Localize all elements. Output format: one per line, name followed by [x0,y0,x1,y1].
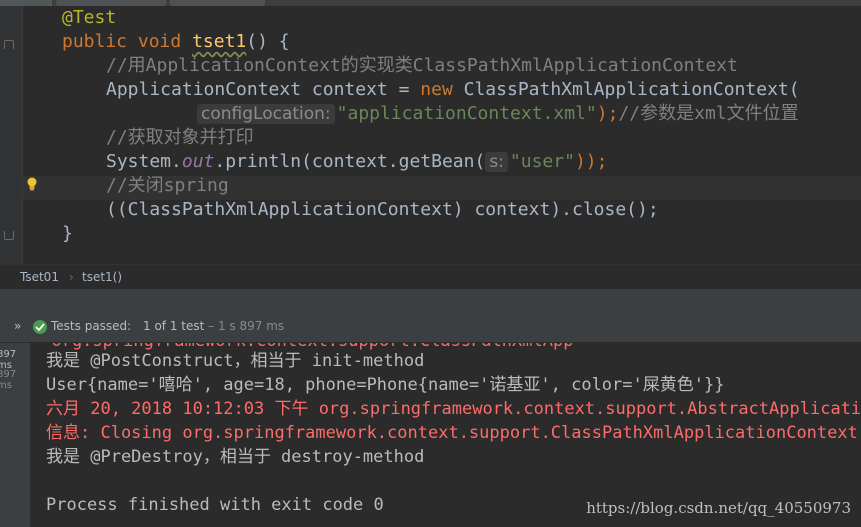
code-line-declaration: ApplicationContext context = new ClassPa… [106,79,800,100]
code-line-close: ((ClassPathXmlApplicationContext) contex… [106,199,659,220]
chevron-icon[interactable]: » [14,319,21,333]
code-line-signature: public void tset1() { [62,31,290,52]
code-line-argument: configLocation: "applicationContext.xml")… [197,102,799,126]
code-line-closing-brace: } [62,223,73,244]
test-tree-panel: 897 ms 897 ms [0,343,30,527]
code-line-print: System.out.println(context.getBean(s: "us… [106,151,608,172]
test-duration[interactable]: 897 ms [0,369,30,391]
parameter-hint: configLocation: [197,104,335,124]
watermark: https://blog.csdn.net/qq_40550973 [586,499,851,517]
code-line-comment: //获取对象并打印 [106,127,254,148]
fold-icon[interactable] [4,231,14,240]
console-line-error: 信息: Closing org.springframework.context.… [46,423,858,443]
check-icon [33,320,47,334]
method-name: tset1 [192,31,247,52]
breadcrumb-method[interactable]: tset1() [82,270,122,284]
parameter-hint: s: [485,152,508,172]
console-line: 我是 @PostConstruct，相当于 init-method [46,351,425,371]
code-editor[interactable]: @Test public void tset1() { //用Applicati… [0,6,861,264]
test-count: 1 of 1 test – 1 s 897 ms [143,319,285,333]
test-duration[interactable]: 897 ms [0,349,30,371]
tool-window-divider [0,289,861,312]
console-line: User{name='嘻哈', age=18, phone=Phone{name… [46,375,725,395]
console-line-exit: Process finished with exit code 0 [46,495,384,515]
fold-icon[interactable] [4,40,14,49]
code-line-comment: //用ApplicationContext的实现类ClassPathXmlApp… [106,55,738,76]
console-line: 我是 @PreDestroy，相当于 destroy-method [46,447,425,467]
test-status-bar: » Tests passed: 1 of 1 test – 1 s 897 ms [0,312,861,343]
breadcrumb: Tset01 › tset1() [0,264,861,289]
code-line-annotation: @Test [62,7,117,28]
editor-gutter [0,6,23,264]
breadcrumb-separator: › [69,270,74,284]
console-line-error: 六月 20, 2018 10:12:03 下午 org.springframew… [46,399,861,419]
breadcrumb-class[interactable]: Tset01 [20,270,59,284]
test-status-label: Tests passed: [51,319,132,333]
code-line-comment: //关闭spring [106,175,229,196]
lightbulb-icon[interactable] [26,177,38,191]
